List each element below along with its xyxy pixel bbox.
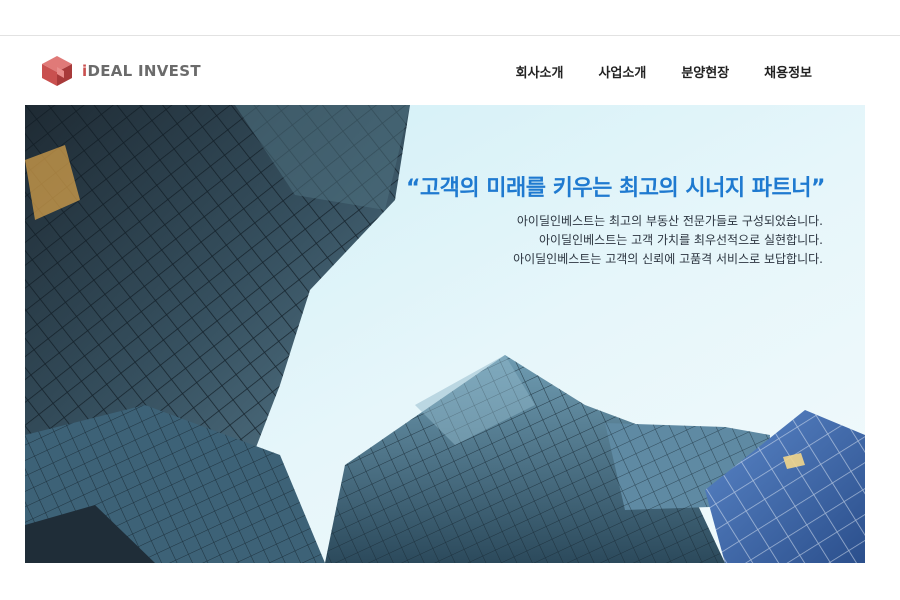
hero-description-line: 아이딜인베스트는 최고의 부동산 전문가들로 구성되었습니다. <box>516 214 823 228</box>
hero-description-line: 아이딜인베스트는 고객의 신뢰에 고품격 서비스로 보답합니다. <box>513 252 823 266</box>
nav-item-business[interactable]: 사업소개 <box>598 62 646 81</box>
hero-description: 아이딜인베스트는 최고의 부동산 전문가들로 구성되었습니다. 아이딜인베스트는… <box>513 212 823 269</box>
hero-description-line: 아이딜인베스트는 고객 가치를 최우선적으로 실현합니다. <box>538 233 823 247</box>
hero-headline: “고객의 미래를 키우는 최고의 시너지 파트너” <box>405 176 826 201</box>
main-nav: 회사소개 사업소개 분양현장 채용정보 <box>516 62 812 81</box>
brand-logo[interactable]: iDEAL INVEST <box>40 55 201 87</box>
hero-copy: “고객의 미래를 키우는 최고의 시너지 파트너” 아이딜인베스트는 최고의 부… <box>25 105 865 563</box>
site-header: iDEAL INVEST 회사소개 사업소개 분양현장 채용정보 <box>0 36 900 105</box>
brand-name: iDEAL INVEST <box>82 62 201 80</box>
nav-item-careers[interactable]: 채용정보 <box>764 62 812 81</box>
brand-name-rest: DEAL INVEST <box>87 62 201 80</box>
hero-banner: “고객의 미래를 키우는 최고의 시너지 파트너” 아이딜인베스트는 최고의 부… <box>25 105 865 563</box>
nav-item-company[interactable]: 회사소개 <box>516 62 564 81</box>
nav-item-sales-sites[interactable]: 분양현장 <box>681 62 729 81</box>
cube-logo-icon <box>42 56 72 86</box>
